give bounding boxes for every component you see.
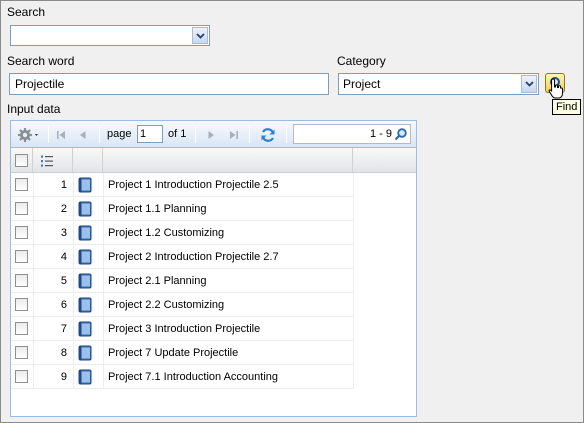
refresh-button[interactable] bbox=[259, 126, 277, 144]
search-word-label: Search word bbox=[7, 54, 75, 68]
book-icon bbox=[78, 173, 92, 196]
category-label: Category bbox=[337, 54, 386, 68]
row-checkbox[interactable] bbox=[15, 370, 28, 383]
category-select[interactable]: Project bbox=[338, 73, 539, 95]
row-number: 3 bbox=[60, 226, 67, 239]
row-number: 7 bbox=[60, 322, 67, 335]
row-number-header[interactable] bbox=[33, 148, 73, 173]
grid-header bbox=[11, 148, 416, 173]
chevron-down-icon bbox=[195, 32, 205, 39]
select-all-checkbox[interactable] bbox=[15, 154, 28, 167]
row-checkbox[interactable] bbox=[15, 274, 28, 287]
page-number-input[interactable]: 1 bbox=[137, 125, 163, 143]
page-count-label: of 1 bbox=[168, 128, 187, 140]
magnifier-icon[interactable] bbox=[394, 127, 408, 141]
book-icon bbox=[78, 341, 92, 364]
prev-page-button[interactable] bbox=[75, 127, 91, 143]
column-divider bbox=[103, 173, 104, 389]
record-range: 1 - 9 bbox=[369, 128, 392, 140]
grid-toolbar: page 1 of 1 1 - 9 bbox=[11, 121, 416, 148]
row-number: 8 bbox=[60, 346, 67, 359]
search-word-field[interactable] bbox=[9, 73, 329, 95]
row-title: Project 1 Introduction Projectile 2.5 bbox=[108, 178, 279, 191]
row-number: 6 bbox=[60, 298, 67, 311]
grid-search-field[interactable]: 1 - 9 bbox=[293, 124, 411, 144]
column-divider bbox=[33, 173, 34, 389]
chevron-down-icon bbox=[524, 81, 534, 87]
last-page-icon bbox=[230, 131, 238, 139]
row-checkbox[interactable] bbox=[15, 298, 28, 311]
table-row[interactable]: 1 Project 1 Introduction Projectile 2.5 bbox=[11, 173, 353, 197]
book-icon bbox=[78, 245, 92, 268]
toolbar-separator bbox=[48, 126, 49, 143]
row-checkbox[interactable] bbox=[15, 178, 28, 191]
prev-page-icon bbox=[80, 131, 86, 139]
gear-icon bbox=[18, 127, 38, 142]
row-title: Project 1.2 Customizing bbox=[108, 226, 225, 239]
row-number: 2 bbox=[60, 202, 67, 215]
search-dropdown-button[interactable] bbox=[192, 27, 208, 44]
book-icon bbox=[78, 197, 92, 220]
icon-column-header[interactable] bbox=[73, 148, 103, 173]
row-title: Project 7 Update Projectile bbox=[108, 346, 239, 359]
toolbar-separator bbox=[99, 126, 100, 143]
table-row[interactable]: 9 Project 7.1 Introduction Accounting bbox=[11, 365, 353, 389]
book-icon bbox=[78, 317, 92, 340]
row-number: 4 bbox=[60, 250, 67, 263]
table-row[interactable]: 2 Project 1.1 Planning bbox=[11, 197, 353, 221]
row-checkbox[interactable] bbox=[15, 226, 28, 239]
row-number: 5 bbox=[60, 274, 67, 287]
table-row[interactable]: 4 Project 2 Introduction Projectile 2.7 bbox=[11, 245, 353, 269]
book-icon bbox=[78, 221, 92, 244]
row-title: Project 2.2 Customizing bbox=[108, 298, 225, 311]
book-icon bbox=[78, 293, 92, 316]
book-icon bbox=[78, 269, 92, 292]
search-select[interactable] bbox=[10, 25, 210, 46]
row-number: 9 bbox=[60, 370, 67, 383]
page-label: page bbox=[107, 128, 132, 140]
row-title: Project 3 Introduction Projectile bbox=[108, 322, 261, 335]
table-row[interactable]: 3 Project 1.2 Customizing bbox=[11, 221, 353, 245]
row-checkbox[interactable] bbox=[15, 250, 28, 263]
table-row[interactable]: 6 Project 2.2 Customizing bbox=[11, 293, 353, 317]
table-row[interactable]: 5 Project 2.1 Planning bbox=[11, 269, 353, 293]
next-page-button[interactable] bbox=[203, 127, 219, 143]
data-grid: page 1 of 1 1 - 9 1 Project 1 Introducti… bbox=[10, 120, 417, 417]
toolbar-separator bbox=[249, 126, 250, 143]
category-dropdown-button[interactable] bbox=[521, 75, 537, 93]
hand-cursor-icon bbox=[548, 78, 563, 99]
refresh-icon bbox=[261, 128, 275, 142]
numbered-list-icon bbox=[41, 155, 53, 167]
table-row[interactable]: 8 Project 7 Update Projectile bbox=[11, 341, 353, 365]
first-page-button[interactable] bbox=[53, 127, 69, 143]
search-label: Search bbox=[7, 5, 46, 19]
search-word-input[interactable] bbox=[10, 74, 328, 94]
row-title: Project 2 Introduction Projectile 2.7 bbox=[108, 250, 279, 263]
row-number: 1 bbox=[60, 178, 67, 191]
input-data-label: Input data bbox=[7, 102, 61, 116]
column-divider bbox=[353, 173, 354, 389]
book-icon bbox=[78, 365, 92, 388]
next-page-icon bbox=[208, 131, 214, 139]
row-checkbox[interactable] bbox=[15, 202, 28, 215]
find-tooltip: Find bbox=[552, 99, 582, 115]
row-title: Project 7.1 Introduction Accounting bbox=[108, 370, 278, 383]
last-page-button[interactable] bbox=[226, 127, 242, 143]
toolbar-separator bbox=[195, 126, 196, 143]
table-row[interactable]: 7 Project 3 Introduction Projectile bbox=[11, 317, 353, 341]
category-select-value: Project bbox=[343, 77, 381, 91]
row-checkbox[interactable] bbox=[15, 346, 28, 359]
first-page-icon bbox=[57, 131, 65, 139]
toolbar-separator bbox=[286, 126, 287, 143]
row-title: Project 2.1 Planning bbox=[108, 274, 207, 287]
column-divider bbox=[73, 173, 74, 389]
select-all-header[interactable] bbox=[11, 148, 33, 173]
row-title: Project 1.1 Planning bbox=[108, 202, 207, 215]
title-column-header[interactable] bbox=[103, 148, 353, 173]
settings-button[interactable] bbox=[16, 126, 42, 143]
row-checkbox[interactable] bbox=[15, 322, 28, 335]
